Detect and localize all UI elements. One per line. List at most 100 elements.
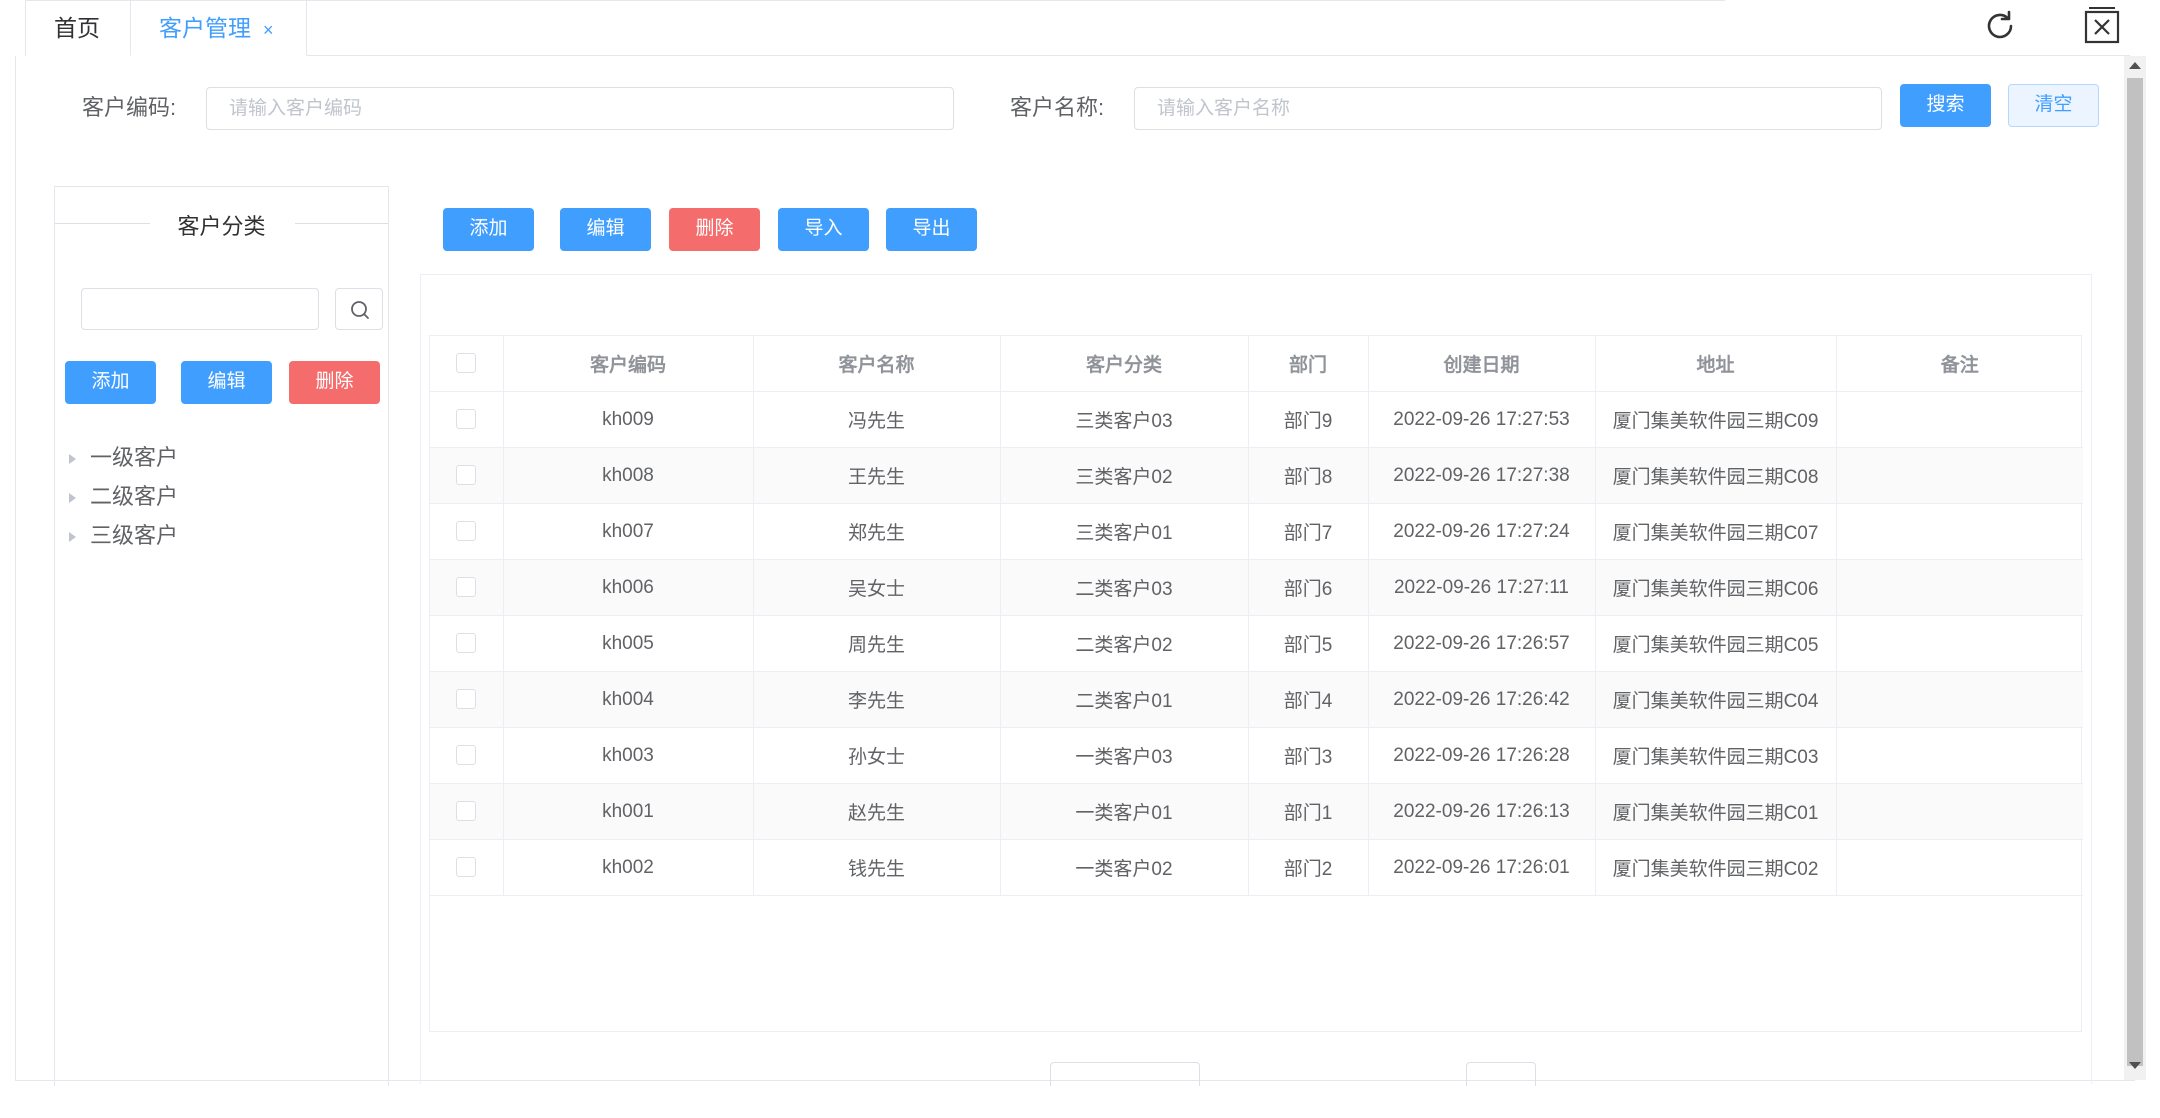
table-cell: 部门1: [1248, 783, 1369, 840]
table-cell: [1836, 391, 2083, 448]
row-select-cell[interactable]: [430, 615, 504, 672]
table-cell: 孙女士: [753, 727, 1001, 784]
table-cell: 2022-09-26 17:27:53: [1368, 391, 1596, 448]
edit-button[interactable]: 编辑: [560, 208, 651, 251]
tree-node-level3[interactable]: 三级客户: [69, 518, 178, 554]
tree-node-label: 一级客户: [90, 445, 179, 470]
table-cell: [1836, 447, 2083, 504]
row-checkbox[interactable]: [456, 745, 477, 766]
table-cell: 三类客户01: [1000, 503, 1249, 560]
row-checkbox[interactable]: [456, 465, 477, 486]
category-search-input[interactable]: [81, 288, 319, 330]
column-header: 客户编码: [503, 336, 754, 392]
row-select-cell[interactable]: [430, 559, 504, 616]
export-button[interactable]: 导出: [886, 208, 977, 251]
page-jump-input[interactable]: [1466, 1062, 1536, 1086]
table-row[interactable]: kh004 李先生 二类客户01 部门4 2022-09-26 17:26:42 厦门集美…: [430, 671, 2083, 728]
tab-bar-bottom-border: [25, 55, 2130, 56]
search-button[interactable]: 搜索: [1900, 84, 1991, 127]
customer-table: 客户编码 客户名称 客户分类 部门 创建日期 地址 备注 kh009 冯先生 三类客…: [429, 335, 2083, 1032]
page-size-select[interactable]: [1050, 1062, 1200, 1086]
table-cell: [1836, 671, 2083, 728]
vertical-scrollbar[interactable]: [2124, 56, 2146, 1080]
table-row[interactable]: kh007 郑先生 三类客户01 部门7 2022-09-26 17:27:24 厦门集美…: [430, 503, 2083, 560]
row-checkbox[interactable]: [456, 521, 477, 542]
table-cell: kh003: [503, 727, 754, 784]
table-cell: 2022-09-26 17:27:24: [1368, 503, 1596, 560]
table-cell: 三类客户03: [1000, 391, 1249, 448]
table-cell: 厦门集美软件园三期C02: [1595, 839, 1837, 896]
table-row[interactable]: kh002 钱先生 一类客户02 部门2 2022-09-26 17:26:01 厦门集美…: [430, 839, 2083, 896]
scrollbar-thumb[interactable]: [2127, 78, 2143, 1066]
table-row[interactable]: kh008 王先生 三类客户02 部门8 2022-09-26 17:27:38 厦门集美…: [430, 447, 2083, 504]
table-cell: kh004: [503, 671, 754, 728]
table-cell: kh008: [503, 447, 754, 504]
table-cell: 部门9: [1248, 391, 1369, 448]
table-cell: 厦门集美软件园三期C01: [1595, 783, 1837, 840]
row-select-cell[interactable]: [430, 503, 504, 560]
column-header: 备注: [1836, 336, 2083, 392]
row-checkbox[interactable]: [456, 577, 477, 598]
table-cell: [1836, 727, 2083, 784]
table-cell: 2022-09-26 17:26:42: [1368, 671, 1596, 728]
category-add-button[interactable]: 添加: [65, 361, 156, 404]
table-cell: 2022-09-26 17:26:57: [1368, 615, 1596, 672]
delete-button[interactable]: 删除: [669, 208, 760, 251]
table-cell: 李先生: [753, 671, 1001, 728]
table-cell: 厦门集美软件园三期C07: [1595, 503, 1837, 560]
row-checkbox[interactable]: [456, 857, 477, 878]
row-checkbox[interactable]: [456, 633, 477, 654]
table-cell: 2022-09-26 17:27:38: [1368, 447, 1596, 504]
row-select-cell[interactable]: [430, 783, 504, 840]
row-select-cell[interactable]: [430, 839, 504, 896]
table-cell: 二类客户01: [1000, 671, 1249, 728]
table-row[interactable]: kh001 赵先生 一类客户01 部门1 2022-09-26 17:26:13 厦门集美…: [430, 783, 2083, 840]
import-button[interactable]: 导入: [778, 208, 869, 251]
row-select-cell[interactable]: [430, 391, 504, 448]
row-checkbox[interactable]: [456, 801, 477, 822]
table-cell: 吴女士: [753, 559, 1001, 616]
caret-right-icon: [69, 493, 76, 504]
table-cell: [1836, 783, 2083, 840]
category-search-button[interactable]: [335, 288, 383, 330]
table-cell: 部门8: [1248, 447, 1369, 504]
tree-node-level2[interactable]: 二级客户: [69, 479, 178, 515]
select-all-checkbox[interactable]: [456, 353, 477, 374]
refresh-icon[interactable]: [1980, 6, 2020, 46]
row-select-cell[interactable]: [430, 671, 504, 728]
clear-button[interactable]: 清空: [2008, 84, 2099, 127]
tree-node-level1[interactable]: 一级客户: [69, 440, 178, 476]
table-row[interactable]: kh003 孙女士 一类客户03 部门3 2022-09-26 17:26:28 厦门集美…: [430, 727, 2083, 784]
table-cell: 厦门集美软件园三期C04: [1595, 671, 1837, 728]
table-row[interactable]: kh006 吴女士 二类客户03 部门6 2022-09-26 17:27:11 厦门集美…: [430, 559, 2083, 616]
close-icon[interactable]: ×: [263, 20, 274, 40]
close-all-tabs-icon[interactable]: [2080, 4, 2124, 48]
column-header: 创建日期: [1368, 336, 1596, 392]
row-select-cell[interactable]: [430, 727, 504, 784]
table-cell: 厦门集美软件园三期C05: [1595, 615, 1837, 672]
add-button[interactable]: 添加: [443, 208, 534, 251]
table-cell: 2022-09-26 17:26:13: [1368, 783, 1596, 840]
category-delete-button[interactable]: 删除: [289, 361, 380, 404]
customer-name-input[interactable]: [1134, 87, 1882, 130]
scroll-down-icon[interactable]: [2129, 1062, 2141, 1069]
tab-home[interactable]: 首页: [25, 0, 131, 56]
table-row[interactable]: kh009 冯先生 三类客户03 部门9 2022-09-26 17:27:53 厦门集美…: [430, 391, 2083, 448]
column-header: 客户名称: [753, 336, 1001, 392]
category-panel-title: 客户分类: [177, 214, 266, 239]
table-cell: [1836, 559, 2083, 616]
category-edit-button[interactable]: 编辑: [181, 361, 272, 404]
row-checkbox[interactable]: [456, 689, 477, 710]
table-cell: 赵先生: [753, 783, 1001, 840]
select-all-cell[interactable]: [430, 336, 504, 392]
customer-name-label: 客户名称:: [1010, 95, 1105, 120]
row-checkbox[interactable]: [456, 409, 477, 430]
caret-right-icon: [69, 454, 76, 465]
customer-code-input[interactable]: [206, 87, 954, 130]
tab-customer-label: 客户管理: [159, 15, 251, 41]
scroll-up-icon[interactable]: [2129, 62, 2141, 69]
tab-customer-management[interactable]: 客户管理 ×: [130, 0, 307, 56]
table-cell: 部门5: [1248, 615, 1369, 672]
table-row[interactable]: kh005 周先生 二类客户02 部门5 2022-09-26 17:26:57 厦门集美…: [430, 615, 2083, 672]
row-select-cell[interactable]: [430, 447, 504, 504]
